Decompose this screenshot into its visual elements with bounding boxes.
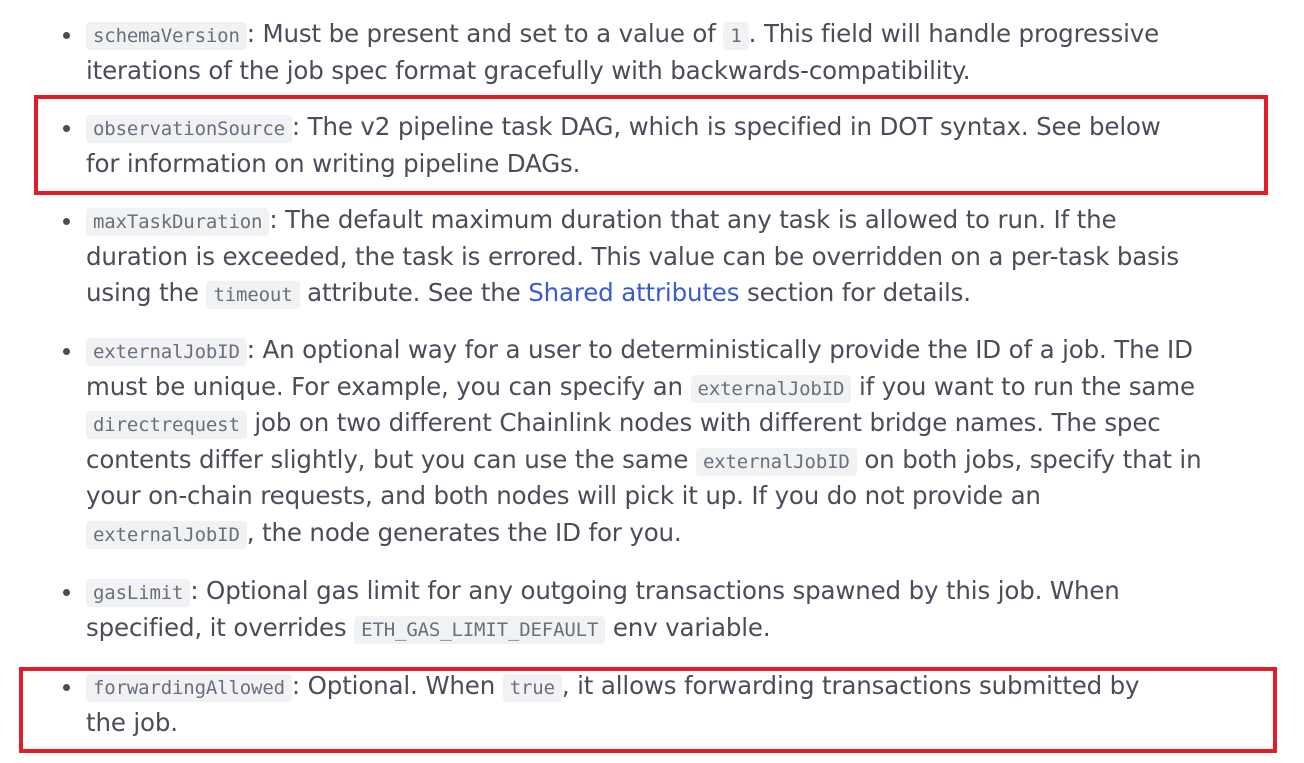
- text: : The default maximum duration that any …: [269, 205, 1117, 234]
- text: must be unique. For example, you can spe…: [86, 371, 691, 401]
- code-external-job-id: externalJobID: [86, 520, 247, 549]
- line: externalJobID, the node generates the ID…: [86, 515, 1276, 552]
- code-observation-source: observationSource: [86, 115, 292, 143]
- text: : Optional. When: [291, 671, 503, 700]
- list-item-schema-version: schemaVersion: Must be present and set t…: [63, 16, 1276, 89]
- shared-attributes-link[interactable]: Shared attributes: [528, 278, 739, 307]
- text: env variable.: [605, 612, 771, 642]
- code-schema-version: schemaVersion: [86, 22, 247, 50]
- text: job on two different Chainlink nodes wit…: [246, 408, 1161, 437]
- text: : An optional way for a user to determin…: [246, 335, 1193, 364]
- bullet: [63, 32, 70, 39]
- text: on both jobs, specify that in: [856, 444, 1202, 474]
- line: your on-chain requests, and both nodes w…: [86, 481, 1041, 510]
- list-item-forwarding-allowed: forwardingAllowed: Optional. When true, …: [63, 668, 1276, 741]
- line: observationSource: The v2 pipeline task …: [86, 109, 1276, 146]
- text: attribute. See the: [299, 278, 529, 307]
- line: directrequest job on two different Chain…: [86, 405, 1276, 442]
- bullet: [63, 125, 70, 132]
- code-eth-gas-limit-default: ETH_GAS_LIMIT_DEFAULT: [354, 615, 606, 644]
- text: contents differ slightly, but you can us…: [86, 444, 696, 474]
- code-external-job-id: externalJobID: [86, 338, 247, 366]
- list-item-gas-limit: gasLimit: Optional gas limit for any out…: [63, 573, 1276, 647]
- line: using the timeout attribute. See the Sha…: [86, 275, 1276, 312]
- bullet: [63, 684, 70, 691]
- line: forwardingAllowed: Optional. When true, …: [86, 668, 1276, 705]
- code-gas-limit: gasLimit: [86, 579, 191, 607]
- line: schemaVersion: Must be present and set t…: [86, 16, 1276, 53]
- text: if you want to run the same: [851, 371, 1195, 401]
- line: duration is exceeded, the task is errore…: [86, 241, 1180, 271]
- bullet: [63, 589, 70, 596]
- code-external-job-id: externalJobID: [695, 447, 857, 476]
- code-timeout: timeout: [206, 281, 300, 309]
- line: gasLimit: Optional gas limit for any out…: [86, 573, 1276, 610]
- code-value-one: 1: [723, 22, 749, 50]
- text: : Must be present and set to a value of: [246, 19, 724, 48]
- list-item-max-task-duration: maxTaskDuration: The default maximum dur…: [63, 202, 1276, 312]
- text: : The v2 pipeline task DAG, which is spe…: [291, 112, 1161, 141]
- text: . This field will handle progressive: [748, 19, 1160, 48]
- text: , it allows forwarding transactions subm…: [561, 671, 1140, 700]
- code-external-job-id: externalJobID: [690, 374, 852, 403]
- code-forwarding-allowed: forwardingAllowed: [86, 674, 292, 702]
- line: externalJobID: An optional way for a use…: [86, 332, 1276, 369]
- list-item-external-job-id: externalJobID: An optional way for a use…: [63, 332, 1276, 552]
- code-max-task-duration: maxTaskDuration: [86, 208, 270, 236]
- text: using the: [86, 278, 207, 307]
- text: , the node generates the ID for you.: [246, 517, 682, 547]
- list-item-observation-source: observationSource: The v2 pipeline task …: [63, 109, 1276, 182]
- text: : Optional gas limit for any outgoing tr…: [190, 576, 1120, 605]
- bullet: [63, 218, 70, 225]
- line: iterations of the job spec format gracef…: [86, 55, 971, 85]
- line: for information on writing pipeline DAGs…: [86, 148, 581, 178]
- bullet: [63, 348, 70, 355]
- code-true: true: [502, 674, 562, 702]
- line: maxTaskDuration: The default maximum dur…: [86, 202, 1276, 239]
- code-directrequest: directrequest: [86, 411, 247, 439]
- text: specified, it overrides: [86, 612, 355, 642]
- line: the job.: [86, 707, 178, 737]
- line: contents differ slightly, but you can us…: [86, 442, 1276, 479]
- line: must be unique. For example, you can spe…: [86, 369, 1276, 406]
- line: specified, it overrides ETH_GAS_LIMIT_DE…: [86, 610, 1276, 647]
- text: section for details.: [739, 278, 971, 307]
